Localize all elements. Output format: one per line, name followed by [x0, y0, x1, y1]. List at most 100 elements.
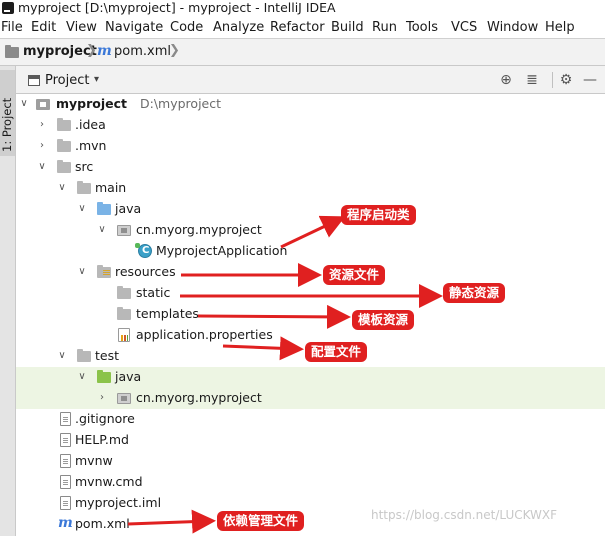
- gear-icon[interactable]: ⚙: [558, 72, 574, 88]
- tree-row-templates[interactable]: templates: [16, 304, 605, 325]
- tree-row-static[interactable]: static: [16, 283, 605, 304]
- tree-row-help-md[interactable]: HELP.md: [16, 430, 605, 451]
- annotation-resource-files: 资源文件: [323, 265, 386, 285]
- expand-arrow-icon[interactable]: ∨: [56, 349, 68, 363]
- menu-file[interactable]: File: [1, 20, 23, 36]
- menu-code[interactable]: Code: [170, 20, 203, 36]
- tree-label: java: [115, 201, 142, 216]
- tree-row-mvnw[interactable]: mvnw: [16, 451, 605, 472]
- menu-help[interactable]: Help: [545, 20, 575, 36]
- tool-window-strip: 1: Project: [0, 66, 16, 536]
- maven-icon: m: [97, 43, 112, 59]
- collapse-all-icon[interactable]: ≣: [524, 72, 540, 88]
- folder-icon: [57, 160, 71, 173]
- test-folder-icon: [97, 370, 111, 383]
- window-title: myproject [D:\myproject] - myproject - I…: [18, 0, 336, 15]
- tree-row-test-package[interactable]: › cn.myorg.myproject: [16, 388, 605, 409]
- tree-row-mvn[interactable]: › .mvn: [16, 136, 605, 157]
- expand-arrow-icon[interactable]: ∨: [36, 160, 48, 174]
- project-view-selector[interactable]: Project: [45, 73, 89, 88]
- intellij-logo-icon: [2, 2, 14, 14]
- source-folder-icon: [97, 202, 111, 215]
- annotation-startup-class: 程序启动类: [341, 205, 416, 225]
- tree-row-src[interactable]: ∨ src: [16, 157, 605, 178]
- menu-bar: File Edit View Navigate Code Analyze Ref…: [0, 17, 605, 39]
- expand-arrow-icon[interactable]: ›: [96, 391, 108, 405]
- folder-icon: [77, 349, 91, 362]
- folder-icon: [77, 181, 91, 194]
- locate-file-icon[interactable]: ⊕: [498, 72, 514, 88]
- folder-icon: [57, 139, 71, 152]
- menu-build[interactable]: Build: [331, 20, 364, 36]
- expand-arrow-icon[interactable]: ∨: [76, 202, 88, 216]
- expand-arrow-icon[interactable]: ∨: [96, 223, 108, 237]
- tree-row-main-package[interactable]: ∨ cn.myorg.myproject: [16, 220, 605, 241]
- tree-row-mvnw-cmd[interactable]: mvnw.cmd: [16, 472, 605, 493]
- file-icon: [60, 454, 71, 468]
- tree-row-main-java[interactable]: ∨ java: [16, 199, 605, 220]
- tree-label: static: [136, 285, 171, 300]
- breadcrumb-separator-icon: ❯: [169, 43, 180, 58]
- tree-row-gitignore[interactable]: .gitignore: [16, 409, 605, 430]
- file-icon: [60, 475, 71, 489]
- tree-label: myproject: [56, 96, 128, 111]
- expand-arrow-icon[interactable]: ∨: [56, 181, 68, 195]
- module-file-icon: [60, 496, 71, 510]
- tree-label: application.properties: [136, 327, 273, 342]
- folder-icon: [57, 118, 71, 131]
- expand-arrow-icon[interactable]: ∨: [76, 370, 88, 384]
- tree-label: pom.xml: [75, 516, 130, 531]
- expand-arrow-icon[interactable]: ›: [36, 139, 48, 153]
- project-tree: ∨ myproject D:\myproject › .idea › .mvn …: [16, 94, 605, 536]
- menu-tools[interactable]: Tools: [406, 20, 438, 36]
- breadcrumb-file[interactable]: pom.xml: [114, 44, 171, 59]
- tree-row-application-class[interactable]: MyprojectApplication: [16, 241, 605, 262]
- tree-label: resources: [115, 264, 176, 279]
- annotation-config-files: 配置文件: [305, 342, 368, 362]
- markdown-file-icon: [60, 433, 71, 447]
- tree-label: main: [95, 180, 127, 195]
- module-icon: [36, 99, 50, 110]
- annotation-static-resources: 静态资源: [443, 283, 506, 303]
- tree-label: cn.myorg.myproject: [136, 222, 262, 237]
- menu-window[interactable]: Window: [487, 20, 538, 36]
- tree-row-myproject[interactable]: ∨ myproject D:\myproject: [16, 94, 605, 115]
- menu-refactor[interactable]: Refactor: [270, 20, 325, 36]
- tree-row-main[interactable]: ∨ main: [16, 178, 605, 199]
- tree-row-idea[interactable]: › .idea: [16, 115, 605, 136]
- annotation-dependency-management: 依赖管理文件: [217, 511, 305, 531]
- tree-row-test-java[interactable]: ∨ java: [16, 367, 605, 388]
- tree-label: myproject.iml: [75, 495, 162, 510]
- tree-label: .gitignore: [75, 411, 135, 426]
- tree-label: HELP.md: [75, 432, 129, 447]
- expand-arrow-icon[interactable]: ∨: [76, 265, 88, 279]
- tree-label: mvnw.cmd: [75, 474, 143, 489]
- menu-analyze[interactable]: Analyze: [213, 20, 264, 36]
- package-icon: [117, 393, 131, 404]
- menu-view[interactable]: View: [66, 20, 97, 36]
- folder-icon: [117, 307, 131, 320]
- project-folder-icon: [5, 45, 19, 58]
- spring-class-icon: [135, 243, 152, 258]
- properties-file-icon: [118, 328, 130, 342]
- project-tool-tab[interactable]: 1: Project: [0, 70, 15, 156]
- tree-label: mvnw: [75, 453, 113, 468]
- chevron-down-icon[interactable]: ▾: [94, 74, 99, 85]
- project-view-icon: [28, 75, 40, 86]
- maven-icon: m: [58, 515, 73, 531]
- hide-panel-icon[interactable]: —: [582, 72, 598, 88]
- expand-arrow-icon[interactable]: ›: [36, 118, 48, 132]
- tree-label: .mvn: [75, 138, 107, 153]
- folder-icon: [117, 286, 131, 299]
- menu-edit[interactable]: Edit: [31, 20, 56, 36]
- breadcrumb-separator-icon: ❯: [86, 43, 97, 58]
- menu-vcs[interactable]: VCS: [451, 20, 477, 36]
- annotation-template-resources: 模板资源: [352, 310, 415, 330]
- expand-arrow-icon[interactable]: ∨: [18, 97, 30, 111]
- menu-run[interactable]: Run: [372, 20, 397, 36]
- tree-row-resources[interactable]: ∨ resources: [16, 262, 605, 283]
- watermark: https://blog.csdn.net/LUCKWXF: [371, 508, 558, 522]
- resources-folder-icon: [97, 265, 111, 278]
- tree-label: MyprojectApplication: [156, 243, 288, 258]
- menu-navigate[interactable]: Navigate: [105, 20, 163, 36]
